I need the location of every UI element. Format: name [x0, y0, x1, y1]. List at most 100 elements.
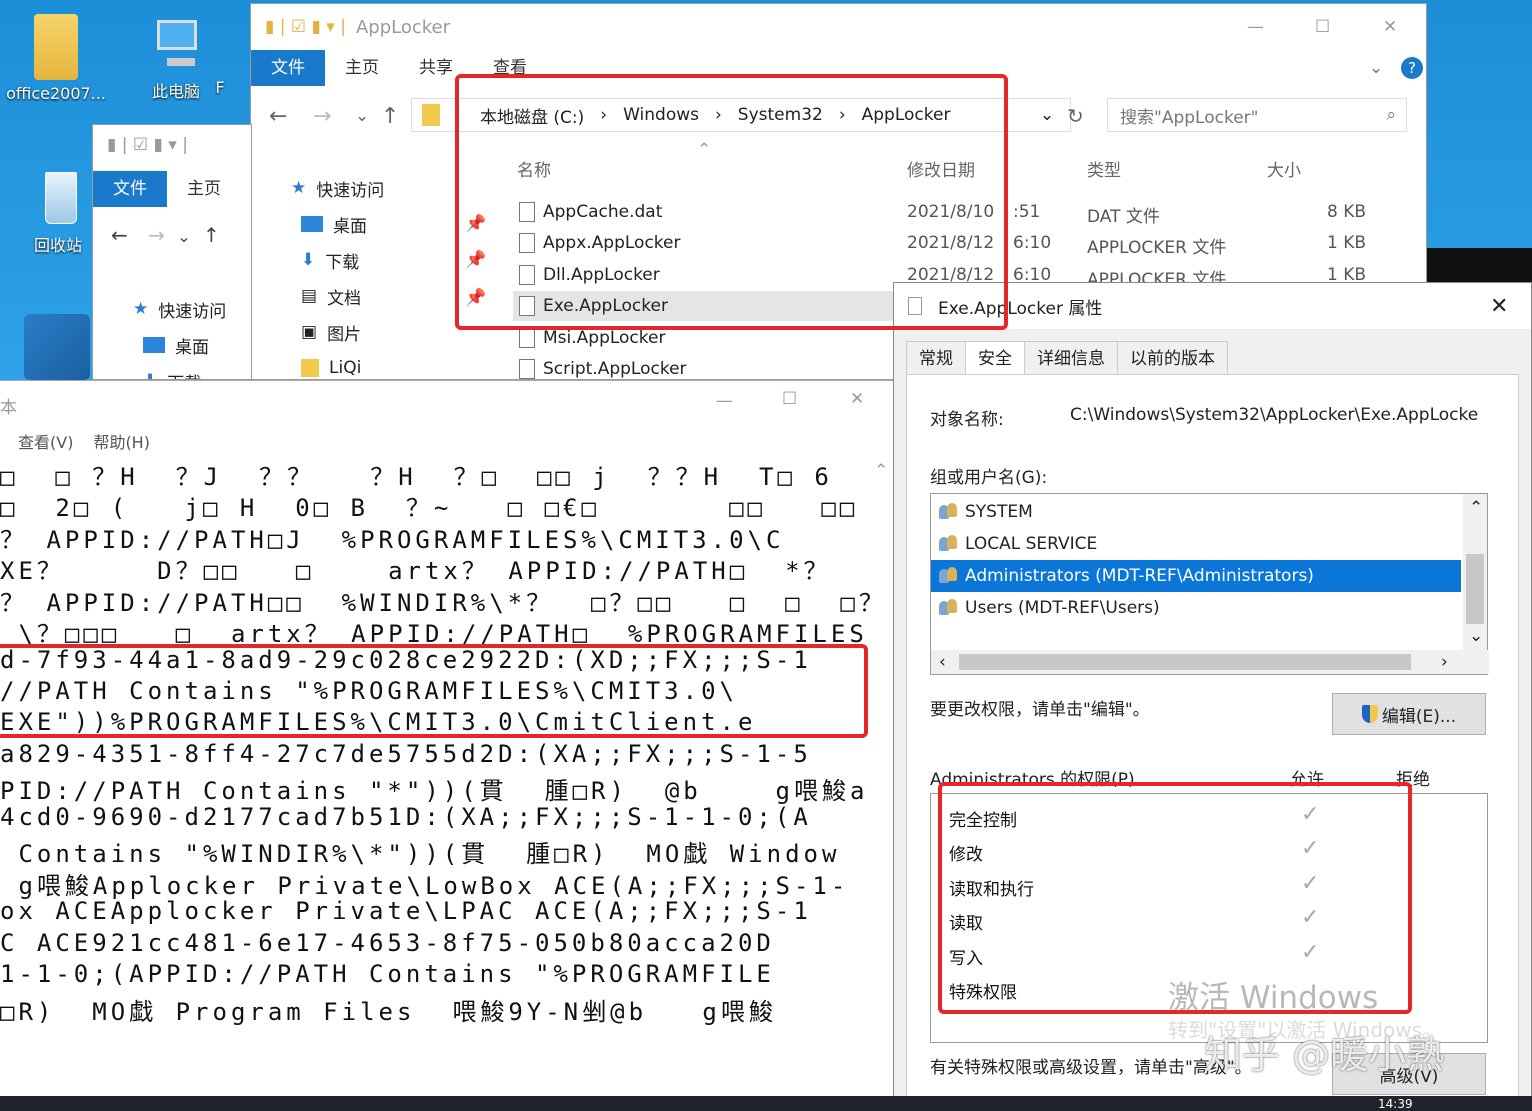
text-line: □ □ ？H ？J ？？ ？H ？□ □□ j ？？H T□ 6 ？r ？8 ？ [0, 457, 870, 492]
file-time: 6:10 [1013, 233, 1051, 253]
allow-check-icon: ✓ [1301, 871, 1319, 896]
column-date[interactable]: 修改日期 [907, 156, 975, 181]
menu-view[interactable]: 查看(V) [18, 429, 73, 453]
close-button[interactable]: ✕ [1490, 294, 1508, 319]
back-arrow-icon[interactable]: ← [111, 223, 128, 247]
dialog-title: Exe.AppLocker 属性 [938, 294, 1102, 319]
refresh-icon[interactable]: ↻ [1067, 104, 1084, 128]
text-line: //PATH Contains "%PROGRAMFILES%\CMIT3.0\ [0, 677, 738, 705]
document-icon: ▤ [301, 286, 317, 306]
file-row[interactable]: AppCache.dat [519, 197, 662, 227]
text-line: 4cd0-9690-d2177cad7b51D:(XA;;FX;;;S-1-1-… [0, 803, 812, 831]
shield-app-icon[interactable] [24, 314, 90, 380]
close-button[interactable]: ✕ [850, 389, 864, 409]
tab-home[interactable]: 主页 [325, 50, 399, 86]
text-line: □R) MO戱 Program Files 喂鮻9Y-N剉@b g喂鮻 [0, 992, 777, 1027]
file-icon [519, 265, 535, 285]
maximize-button[interactable]: ☐ [1315, 17, 1330, 37]
permissions-label: Administrators 的权限(P) [930, 765, 1135, 790]
column-size[interactable]: 大小 [1267, 156, 1301, 181]
up-arrow-icon[interactable]: ↑ [203, 223, 220, 247]
address-dropdown-icon[interactable]: ⌄ [1040, 105, 1054, 125]
user-row-users[interactable]: Users (MDT-REF\Users) [931, 592, 1461, 624]
scroll-right-icon[interactable]: › [1441, 652, 1448, 672]
column-type[interactable]: 类型 [1087, 156, 1121, 181]
file-row[interactable]: Msi.AppLocker [519, 323, 665, 353]
horizontal-scrollbar[interactable]: ‹ › [931, 650, 1489, 674]
forward-arrow-icon[interactable]: → [313, 104, 331, 129]
desktop-icon-f[interactable]: F [190, 14, 250, 97]
recent-dropdown-icon[interactable]: ⌄ [177, 227, 190, 246]
column-name[interactable]: 名称 [517, 156, 551, 181]
nav-desktop[interactable]: 桌面 [133, 327, 226, 363]
nav-pictures[interactable]: ▣图片 [291, 314, 461, 350]
up-arrow-icon[interactable]: ↑ [381, 104, 399, 129]
breadcrumb-drive[interactable]: 本地磁盘 (C:) [480, 103, 584, 128]
edit-button[interactable]: 编辑(E)... [1332, 693, 1486, 735]
file-row[interactable]: Exe.AppLocker [519, 291, 668, 321]
menu-help[interactable]: 帮助(H) [93, 429, 150, 453]
file-row[interactable]: Appx.AppLocker [519, 228, 681, 258]
tab-view[interactable]: 查看 [473, 50, 547, 86]
user-row-local-service[interactable]: LOCAL SERVICE [931, 528, 1461, 560]
tab-details[interactable]: 详细信息 [1024, 341, 1118, 375]
vertical-scrollbar[interactable]: ⌃ ⌄ [1463, 494, 1487, 650]
minimize-button[interactable]: — [1247, 17, 1264, 37]
title-bar: ▮ | ☑ ▮ ▾ | AppLocker — ☐ ✕ [251, 4, 1426, 50]
scroll-up-icon[interactable]: ⌃ [1469, 498, 1483, 518]
pin-icon: 📌 [465, 214, 486, 234]
desktop-icon-office[interactable]: office2007... [6, 14, 106, 103]
text-line: EXE"))%PROGRAMFILES%\CMIT3.0\CmitClient.… [0, 708, 756, 736]
file-icon [519, 359, 535, 379]
minimize-button[interactable]: — [716, 391, 733, 411]
file-row[interactable]: Dll.AppLocker [519, 260, 660, 290]
search-input[interactable]: 搜索"AppLocker" ⌕ [1107, 98, 1407, 132]
breadcrumb-applocker[interactable]: AppLocker [862, 105, 951, 125]
tab-file[interactable]: 文件 [251, 50, 325, 86]
ribbon-tabs: 文件 主页 [93, 171, 251, 207]
tab-file[interactable]: 文件 [93, 171, 167, 207]
tab-home[interactable]: 主页 [167, 171, 241, 207]
file-row[interactable]: Script.AppLocker [519, 354, 687, 380]
taskbar: 14:39 [0, 1096, 1532, 1111]
tab-general[interactable]: 常规 [906, 341, 966, 375]
recent-dropdown-icon[interactable]: ⌄ [355, 106, 369, 126]
maximize-button[interactable]: ☐ [782, 389, 797, 409]
nav-downloads[interactable]: ⬇下载 [291, 242, 461, 278]
nav-arrows: ← → ⌄ ↑ [111, 223, 220, 247]
scroll-up-icon[interactable]: ⌃ [874, 461, 888, 481]
breadcrumb-windows[interactable]: Windows [623, 105, 699, 125]
nav-quick-access[interactable]: ★快速访问 [133, 291, 226, 327]
text-area[interactable]: □ □ ？H ？J ？？ ？H ？□ □□ j ？？H T□ 6 ？r ？8 ？… [0, 457, 870, 1097]
address-bar[interactable]: 本地磁盘 (C:)› Windows› System32› AppLocker … [411, 98, 1071, 132]
user-row-administrators[interactable]: Administrators (MDT-REF\Administrators) [931, 560, 1461, 592]
group-label: 组或用户名(G): [930, 463, 1047, 488]
tab-row: 常规 安全 详细信息 以前的版本 [906, 341, 1227, 375]
text-line: \？□□□ □ artx？ APPID://PATH□ %PROGRAMFILE… [0, 614, 868, 649]
nav-liqi[interactable]: LiQi [291, 350, 461, 380]
tab-share[interactable]: 共享 [399, 50, 473, 86]
file-icon [908, 297, 922, 315]
desktop-icon [301, 216, 323, 232]
tab-security[interactable]: 安全 [965, 341, 1025, 375]
nav-quick-access[interactable]: ★快速访问 [291, 170, 461, 206]
tab-previous-versions[interactable]: 以前的版本 [1117, 341, 1228, 375]
nav-downloads[interactable]: ⬇下载 [133, 363, 226, 380]
object-name-label: 对象名称: [930, 405, 1004, 430]
text-line: □ 2□ ( j□ H 0□ B ？~ □ □€□ □□ □□ ?□ [0, 488, 870, 523]
text-line: PID://PATH Contains "*"))(貫 腫□R) @b g喂鮻a… [0, 771, 870, 806]
breadcrumb-system32[interactable]: System32 [738, 105, 823, 125]
scroll-down-icon[interactable]: ⌄ [1469, 626, 1483, 646]
menu-bar: 查看(V) 帮助(H) [18, 429, 150, 453]
ribbon-expand-icon[interactable]: ⌄ [1369, 58, 1383, 78]
help-icon[interactable]: ? [1401, 57, 1423, 79]
nav-documents[interactable]: ▤文档 [291, 278, 461, 314]
user-row-system[interactable]: SYSTEM [931, 496, 1461, 528]
back-arrow-icon[interactable]: ← [269, 104, 287, 129]
scroll-left-icon[interactable]: ‹ [939, 652, 946, 672]
forward-arrow-icon[interactable]: → [148, 223, 165, 247]
nav-desktop[interactable]: 桌面 [291, 206, 461, 242]
permission-full-control: 完全控制 [949, 806, 1017, 831]
notepad-window: 本 — ☐ ✕ 查看(V) 帮助(H) ⌃ □ □ ？H ？J ？？ ？H ？□… [0, 380, 893, 1096]
close-button[interactable]: ✕ [1383, 17, 1397, 37]
